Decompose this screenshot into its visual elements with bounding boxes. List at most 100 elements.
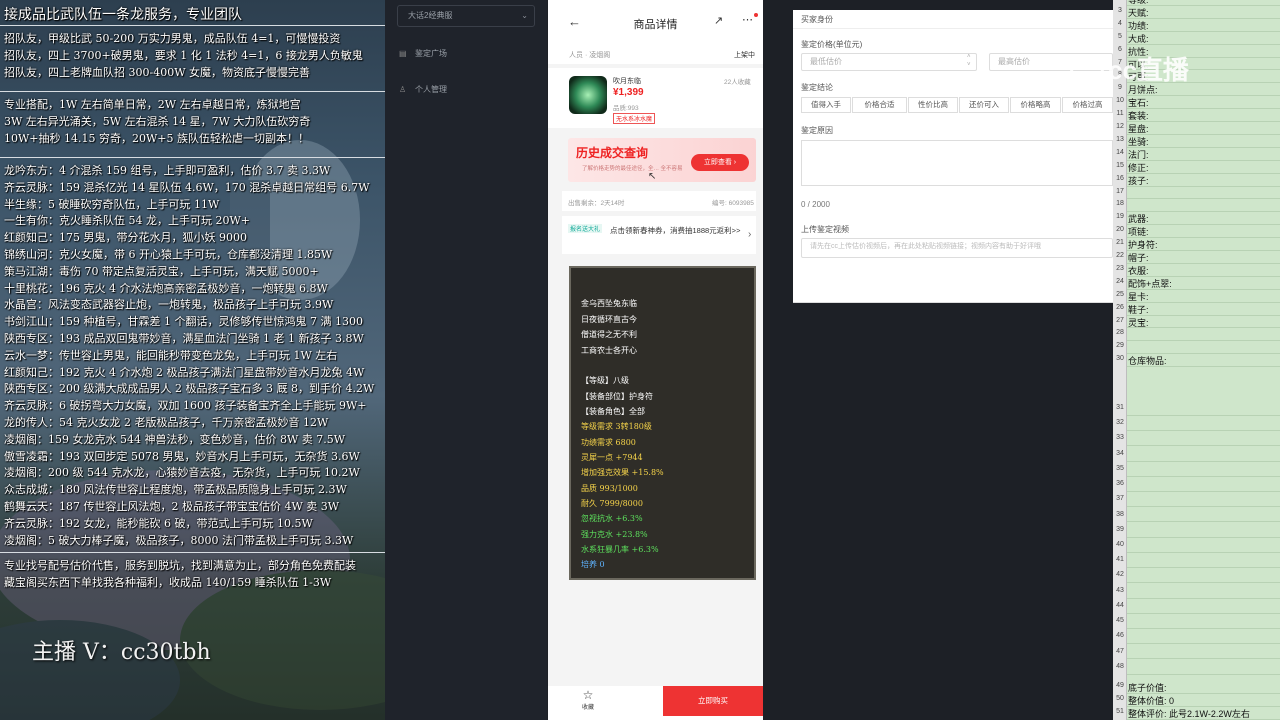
item-tooltip: 金乌西坠兔东临 日夜循环直古今 僧道得之无不利 工商农士各开心 【等级】八级 【… xyxy=(569,266,756,580)
row-number: 43 xyxy=(1116,586,1124,594)
bonus-stat: 灵犀一点 +7944 xyxy=(581,453,643,462)
grid-line xyxy=(1127,288,1280,290)
grid-line xyxy=(1127,262,1280,264)
grid-line xyxy=(1127,250,1280,251)
grid-line xyxy=(1127,491,1280,492)
conclusion-tag[interactable]: 价格合适 xyxy=(852,97,907,113)
anchor-contact: 主播 V：cc30tbh xyxy=(32,640,211,665)
history-banner[interactable]: 历史成交查询 了解价格走势的最佳途径，全… 全不容易 立即查看 › xyxy=(568,138,756,182)
grid-line xyxy=(1127,536,1280,538)
row-number: 4 xyxy=(1118,19,1122,27)
item-id: 编号: 6093985 xyxy=(712,200,754,207)
grid-line xyxy=(1127,430,1280,432)
item-price: ¥1,399 xyxy=(613,87,644,98)
listing-line: 龙的传人：54 克火女龙 2 老版极品孩子，千万亲密孟极妙音 12W xyxy=(4,416,329,429)
grid-line xyxy=(1127,314,1280,316)
row-number: 31 xyxy=(1116,404,1124,411)
grid-line xyxy=(1127,366,1280,368)
grid-line xyxy=(1127,643,1280,645)
buy-now-button[interactable]: 立即购买 xyxy=(663,686,763,716)
row-number: 49 xyxy=(1116,682,1124,689)
listing-line: 一生有你：克火睡杀队伍 54 龙，上手可玩 20W+ xyxy=(4,214,251,228)
row-number: 39 xyxy=(1116,525,1124,533)
promo-row[interactable]: 报名送大礼 点击领新春神券，消费抽1888元返利>> › xyxy=(562,216,756,254)
recruit-line: 招队友，四上老牌血队招 300-400W 女魔，物资底子慢慢完善 xyxy=(4,66,311,79)
row-number: 14 xyxy=(1116,148,1124,156)
row-number: 46 xyxy=(1116,632,1124,640)
poem-line: 工商农士各开心 xyxy=(581,346,637,355)
item-name: 吹月东临 xyxy=(613,78,641,85)
notification-dot xyxy=(754,13,758,17)
share-icon[interactable]: ↗ xyxy=(714,14,723,27)
row-number: 30 xyxy=(1116,355,1124,363)
row-number: 2 xyxy=(1113,0,1127,1)
video-label: 上传鉴定视频 xyxy=(801,225,849,234)
listing-line: 陕西专区：200 级满大成成品男人 2 极品孩子宝石多 3 厩 8，到手价 4.… xyxy=(4,382,375,396)
row-number: 3 xyxy=(1118,6,1122,14)
more-icon[interactable]: ⋯ xyxy=(742,13,753,26)
grid-line xyxy=(1127,133,1280,135)
banner-subtitle: 了解价格走势的最佳途径，全… 全不容易 xyxy=(582,166,683,172)
listing-line: 书剑江山：159 种植号，甘霖差 1 个翻话，灵修够传世惊鸿鬼 7 满 1300 xyxy=(4,315,363,329)
conclusion-tag[interactable]: 价格过高 xyxy=(1062,97,1113,113)
stepper-icon[interactable]: ˄ ˅ xyxy=(967,53,971,69)
green-stat: 水系狂暴几率 +6.3% xyxy=(581,545,659,554)
sidebar-item-label: 个人管理 xyxy=(415,85,447,94)
reason-textarea[interactable] xyxy=(801,140,1113,186)
listing-line: 凌烟阁：200 级 544 克水龙，心猿妙音去疫，无杂货，上手可玩 10.2W xyxy=(4,466,360,480)
grid-line xyxy=(1127,628,1280,629)
training-stat: 培养 0 xyxy=(581,560,605,569)
cc-logo-icon xyxy=(1070,55,1104,90)
grid-line xyxy=(1127,159,1280,161)
listing-line: 水晶宫：风法变态武器容止炮，一炮转鬼，极品孩子上手可玩 3.9W xyxy=(4,298,334,312)
sidebar-item-personal[interactable]: ♙ 个人管理 xyxy=(399,84,447,95)
star-icon: ☆ xyxy=(582,688,594,702)
sidebar-item-appraisal-square[interactable]: ▤ 鉴定广场 xyxy=(399,48,447,59)
remaining-time: 出售剩余：2天14时 xyxy=(568,200,625,207)
favorite-button[interactable]: ☆ 收藏 xyxy=(570,688,606,711)
grid-line xyxy=(1127,582,1280,584)
recruit-line: 招队友，四上 3700+破男鬼，要求 1 化 1 法秒 4=1，6 接龙男人负敏… xyxy=(4,49,363,62)
grid-line xyxy=(1127,198,1280,200)
seller-row: 人员 · 凌烟阁 上架中 xyxy=(548,44,763,64)
service-line: 10W+抽秒 14.15 穷奇，20W+5 族队伍轻松虐一切副本！！ xyxy=(4,132,310,145)
grid-line xyxy=(1127,108,1280,110)
min-price-input[interactable]: 最低估价 xyxy=(801,53,977,71)
poem-line: 金乌西坠兔东临 xyxy=(581,299,637,308)
grid-line xyxy=(1127,121,1280,122)
conclusion-tag[interactable]: 性价比高 xyxy=(908,97,958,113)
sidebar: 大话2经典服 ⌄ ▤ 鉴定广场 ♙ 个人管理 xyxy=(385,0,547,720)
grid-line xyxy=(1127,43,1280,45)
row-number: 21 xyxy=(1116,239,1124,247)
item-tag: 无水系冰水魔 xyxy=(613,113,656,124)
row-number: 13 xyxy=(1116,135,1124,143)
banner-title: 历史成交查询 xyxy=(576,146,649,160)
grid-line xyxy=(1127,327,1280,329)
grid-line xyxy=(1127,521,1280,523)
row-number: 34 xyxy=(1116,449,1124,457)
item-quality-stat: 品质 993/1000 xyxy=(581,484,638,493)
row-number: 20 xyxy=(1116,226,1124,234)
stat-requirement: 功绩需求 6800 xyxy=(581,438,636,447)
listing-line: 众志成城：180 风法传世容止程度炮，带孟极品质隐身上手可玩 2.3W xyxy=(4,483,347,497)
server-select[interactable]: 大话2经典服 ⌄ xyxy=(397,5,535,27)
row-number: 45 xyxy=(1116,617,1124,625)
grid-line xyxy=(1127,658,1280,660)
conclusion-tag[interactable]: 值得入手 xyxy=(801,97,851,113)
grid-line xyxy=(1127,146,1280,148)
listing-line: 红颜知己：175 男鬼，带分花水月，狐小妖 9000 xyxy=(4,231,247,245)
grid-line xyxy=(1127,460,1280,462)
video-link-input[interactable]: 请先在cc上传估价视频后，再在此处粘贴视频链接；视频内容有助于好评哦 xyxy=(801,238,1113,258)
view-now-button[interactable]: 立即查看 › xyxy=(691,154,749,171)
row-number: 26 xyxy=(1116,303,1124,311)
divider xyxy=(0,91,385,92)
row-number: 23 xyxy=(1116,264,1124,272)
row-number: 48 xyxy=(1116,662,1124,670)
conclusion-tag[interactable]: 还价可入 xyxy=(959,97,1009,113)
listing-state: 上架中 xyxy=(734,52,755,59)
row-number: 47 xyxy=(1116,647,1124,655)
listing-line: 凌烟阁：159 女龙克水 544 神兽法秒，变色妙音，估价 8W 卖 7.5W xyxy=(4,432,346,446)
conclusion-tag[interactable]: 价格略高 xyxy=(1010,97,1061,113)
row-number: 10 xyxy=(1116,97,1124,105)
poem-line: 日夜循环直古今 xyxy=(581,315,637,324)
